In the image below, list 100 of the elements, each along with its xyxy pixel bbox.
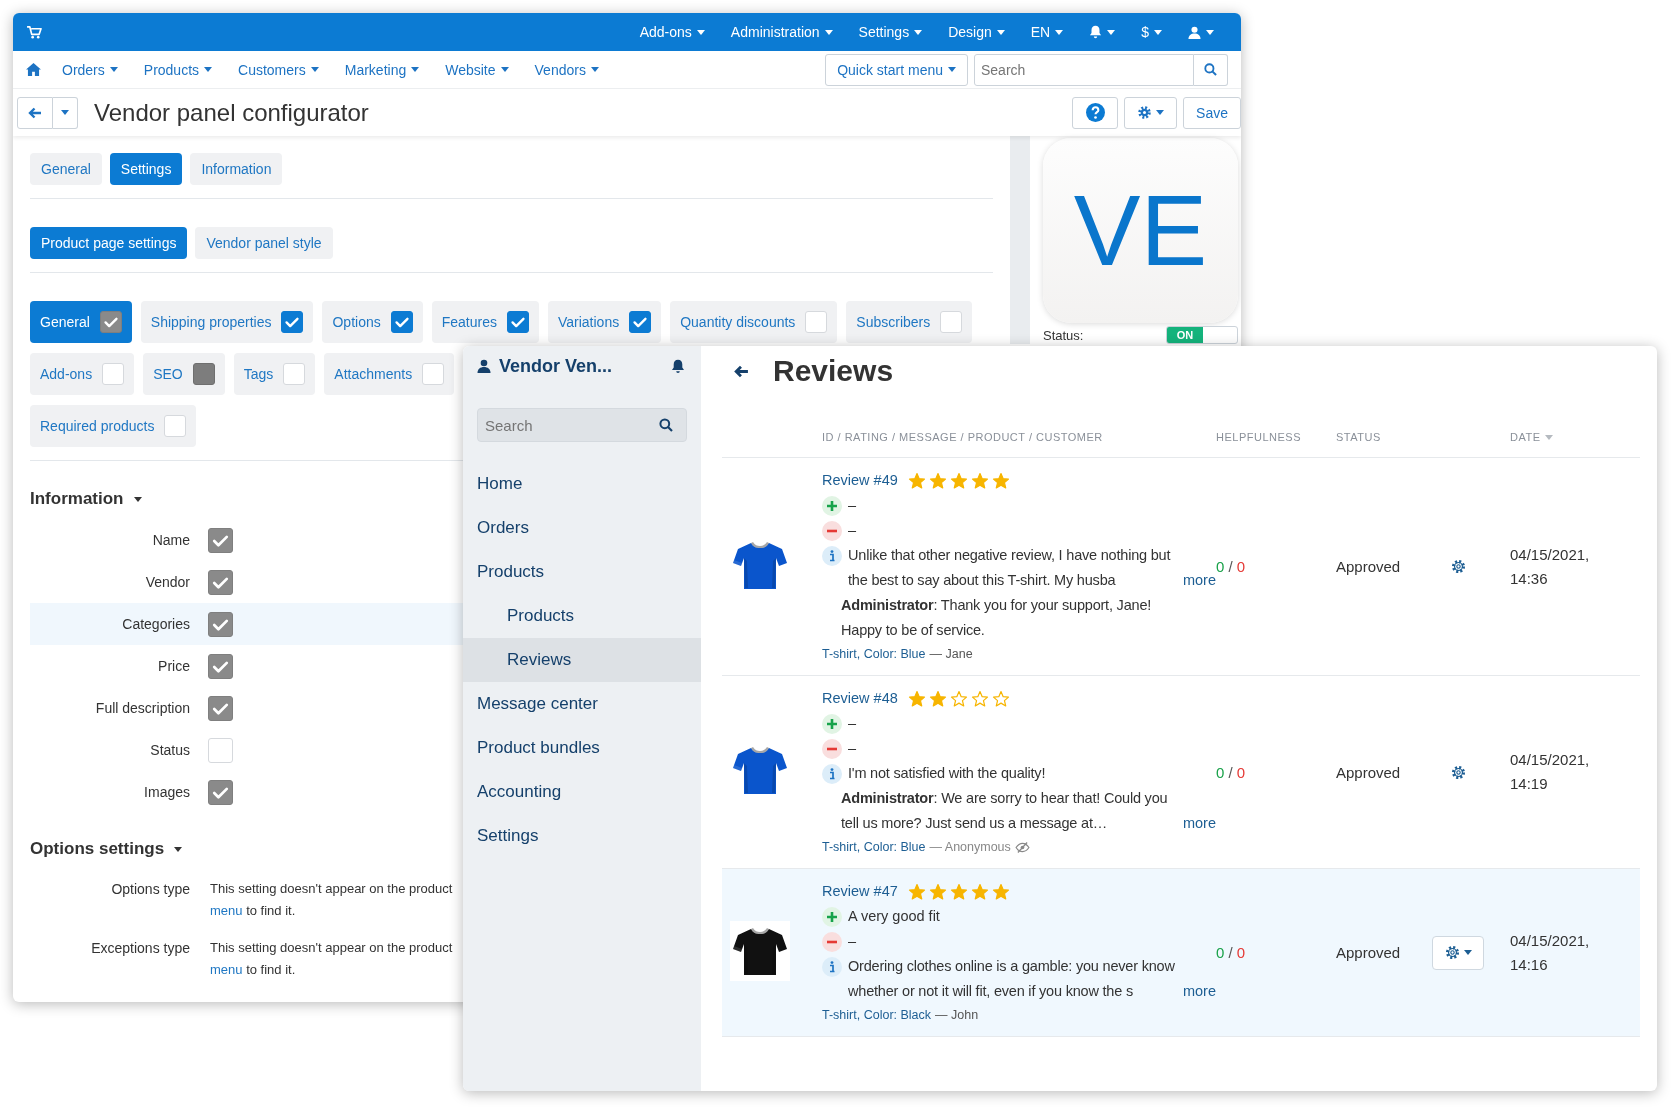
sidebar-item[interactable]: Accounting (463, 770, 701, 814)
nav-menu-item[interactable]: Vendors (521, 61, 612, 78)
settings-icon[interactable] (1450, 763, 1467, 781)
checkbox[interactable] (208, 779, 233, 805)
column-header[interactable]: ID / RATING / MESSAGE / PRODUCT / CUSTOMER (822, 431, 1103, 443)
top-menu-item[interactable]: Settings (845, 13, 936, 51)
nav-menu-item[interactable]: Orders (49, 61, 131, 78)
column-header[interactable]: STATUS (1336, 431, 1381, 443)
sidebar-item[interactable]: Home (463, 462, 701, 506)
sidebar-item[interactable]: Message center (463, 682, 701, 726)
tab[interactable]: Settings (109, 153, 183, 185)
product-link[interactable]: T-shirt, Color: Black (822, 1004, 932, 1026)
nav-menu-item[interactable]: Products (130, 61, 226, 78)
more-link[interactable]: more (1182, 979, 1216, 1004)
search-field[interactable]: Search (477, 408, 687, 442)
more-link[interactable]: more (1182, 811, 1216, 836)
sidebar-item[interactable]: Products (463, 550, 701, 594)
quick-start-menu-button[interactable]: Quick start menu (825, 53, 968, 86)
vendor-logo: VE (1043, 138, 1238, 323)
pros-text: – (848, 496, 857, 515)
home-icon[interactable] (26, 63, 41, 76)
section-toggle[interactable]: Tags (233, 353, 316, 395)
search-icon[interactable] (659, 418, 673, 432)
star-icon (991, 882, 1010, 901)
settings-icon[interactable] (1450, 558, 1467, 575)
helpfulness-count: 0 / 0 (1216, 558, 1247, 575)
star-icon (970, 689, 989, 708)
save-button[interactable]: Save (1183, 96, 1241, 129)
review-link[interactable]: Review #48 (822, 686, 898, 711)
sub-tab[interactable]: Vendor panel style (195, 227, 333, 259)
sidebar-subitem[interactable]: Reviews (463, 638, 701, 682)
tab[interactable]: Information (190, 153, 283, 185)
sidebar-item[interactable]: Settings (463, 814, 701, 858)
review-link[interactable]: Review #47 (822, 879, 898, 904)
checkbox[interactable] (629, 311, 652, 333)
top-menu-item[interactable]: Add-ons (626, 13, 718, 51)
section-toggle[interactable]: Subscribers (846, 301, 973, 343)
plus-icon (822, 714, 842, 734)
help-button[interactable] (1072, 96, 1119, 129)
sidebar-item[interactable]: Orders (463, 506, 701, 550)
checkbox[interactable] (506, 311, 529, 333)
bell-icon[interactable] (671, 358, 685, 374)
column-header[interactable]: HELPFULNESS (1216, 431, 1301, 443)
sidebar-subitem[interactable]: Products (463, 594, 701, 638)
nav-menu-item[interactable]: Customers (225, 61, 332, 78)
column-header[interactable]: DATE (1510, 431, 1541, 443)
caret-icon (948, 67, 956, 72)
actions-dropdown-button[interactable] (1432, 935, 1484, 970)
section-toggle[interactable]: Quantity discounts (670, 301, 838, 343)
minus-icon (822, 521, 842, 541)
checkbox[interactable] (208, 527, 233, 553)
section-toggle[interactable]: Variations (547, 301, 662, 343)
nav-menu-item[interactable]: Marketing (331, 61, 433, 78)
menu-link[interactable]: menu (210, 903, 243, 918)
top-menu-item[interactable]: Administration (717, 13, 846, 51)
search-field[interactable]: Search (974, 53, 1194, 86)
section-toggle[interactable]: Required products (30, 405, 197, 447)
caret-icon (310, 67, 319, 72)
checkbox[interactable] (208, 569, 233, 595)
star-icon (928, 882, 947, 901)
checkbox[interactable] (208, 653, 233, 679)
status-toggle[interactable]: ON (1166, 326, 1238, 344)
section-toggle[interactable]: Attachments (324, 353, 455, 395)
checkbox[interactable] (99, 311, 122, 333)
review-status: Approved (1336, 763, 1402, 781)
search-icon (1204, 63, 1217, 76)
top-menu-item[interactable]: EN (1017, 13, 1077, 51)
checkbox[interactable] (208, 695, 233, 721)
review-date: 04/15/2021, 14:19 (1510, 750, 1591, 794)
section-toggle[interactable]: Shipping properties (140, 301, 314, 343)
review-link[interactable]: Review #49 (822, 468, 898, 493)
cart-icon[interactable] (27, 25, 42, 39)
caret-icon (1206, 29, 1214, 35)
nav-menu-item[interactable]: Website (432, 61, 522, 78)
history-dropdown-button[interactable] (53, 96, 78, 129)
settings-icon[interactable] (1444, 944, 1461, 961)
checkbox[interactable] (208, 611, 233, 637)
checkbox[interactable] (390, 311, 413, 333)
section-toggle[interactable]: General (30, 301, 132, 343)
settings-dropdown-button[interactable] (1124, 96, 1178, 129)
checkbox[interactable] (281, 311, 304, 333)
product-link[interactable]: T-shirt, Color: Blue (822, 836, 926, 858)
vendor-name[interactable]: Vendor Ven... (499, 355, 663, 377)
section-toggle[interactable]: Options (322, 301, 423, 343)
sub-tab[interactable]: Product page settings (30, 227, 188, 259)
cons-text: – (848, 932, 857, 951)
top-menu-item[interactable]: Design (935, 13, 1018, 51)
menu-link[interactable]: menu (210, 962, 243, 977)
star-icon (991, 471, 1010, 490)
currency-button[interactable]: $ (1128, 13, 1175, 51)
search-button[interactable] (1194, 53, 1228, 86)
product-link[interactable]: T-shirt, Color: Blue (822, 643, 926, 665)
section-toggle[interactable]: Features (431, 301, 539, 343)
section-toggle[interactable]: Add-ons (30, 353, 135, 395)
back-button[interactable] (17, 96, 53, 129)
back-arrow-icon[interactable] (734, 364, 749, 378)
review-status: Approved (1336, 944, 1402, 961)
tab[interactable]: General (30, 153, 102, 185)
sidebar-item[interactable]: Product bundles (463, 726, 701, 770)
more-link[interactable]: more (1182, 568, 1216, 593)
